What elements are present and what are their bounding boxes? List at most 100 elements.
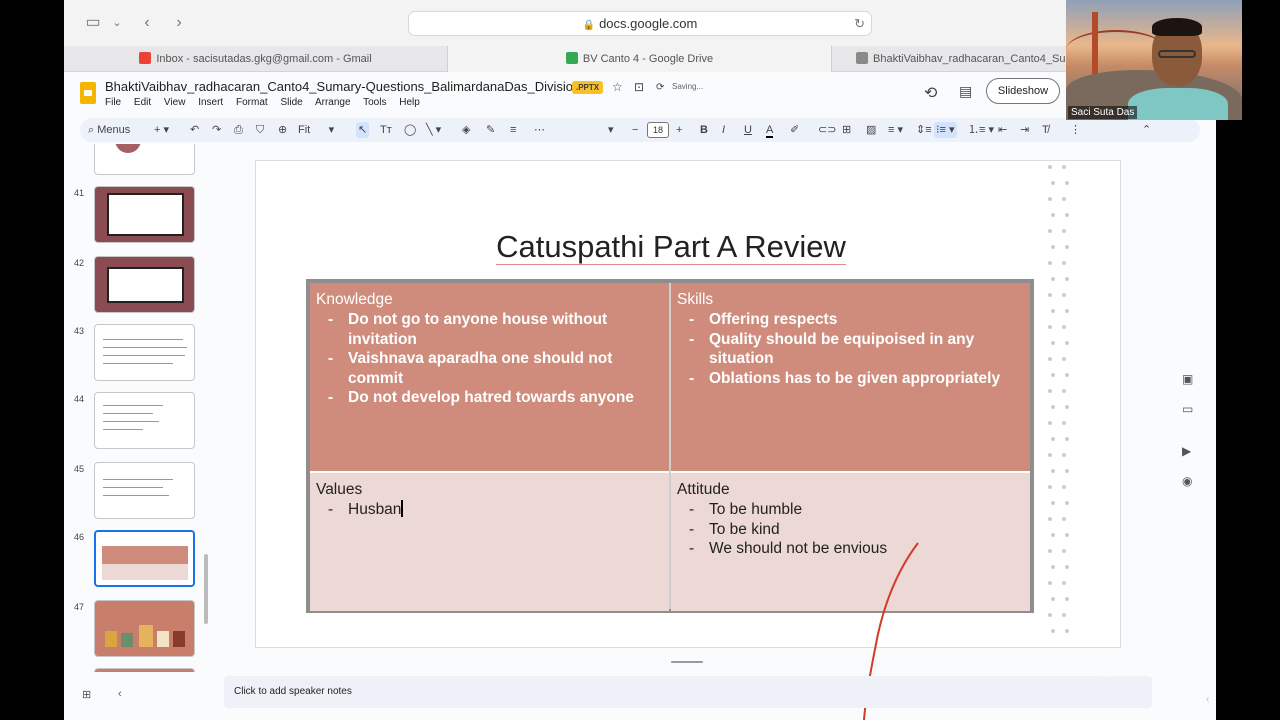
menu-slide[interactable]: Slide (280, 97, 302, 108)
border-dash-icon[interactable]: ⋯ (534, 122, 545, 138)
menu-help[interactable]: Help (399, 97, 420, 108)
comment-icon[interactable]: ▤ (959, 83, 972, 100)
slideshow-button[interactable]: Slideshow (986, 78, 1060, 104)
print-icon[interactable]: ⎙ (234, 122, 243, 138)
shape-icon[interactable]: ◯ (404, 122, 416, 138)
slide-thumbnail[interactable] (94, 324, 195, 381)
thumb-content (107, 193, 184, 236)
numbered-list-icon[interactable]: ⒈≡ ▾ (968, 122, 994, 138)
filmstrip-scrollbar[interactable] (204, 554, 208, 624)
slide-thumbnail[interactable] (94, 462, 195, 519)
comment-add-icon[interactable]: ⊞ (842, 122, 851, 138)
participant-shirt (1128, 88, 1228, 120)
slide-number: 44 (74, 394, 85, 404)
select-tool-icon[interactable]: ↖ (356, 122, 370, 138)
menu-file[interactable]: File (105, 97, 121, 108)
slide-thumbnail[interactable] (94, 668, 195, 672)
new-slide-button[interactable]: + ▾ (154, 122, 169, 138)
increase-font-icon[interactable]: + (676, 122, 682, 138)
link-icon[interactable]: ⊂⊃ (818, 122, 836, 138)
slide-number: 42 (74, 258, 85, 268)
more-icon[interactable]: ⋮ (1070, 122, 1081, 138)
star-icon[interactable]: ☆ (612, 80, 623, 94)
forward-icon[interactable]: › (168, 12, 190, 34)
zoom-select[interactable]: Fit ▾ (298, 122, 334, 138)
tab-label: Inbox - sacisutadas.gkg@gmail.com - Gmai… (156, 53, 372, 65)
folder-icon[interactable]: ▭ (1182, 402, 1193, 416)
history-icon[interactable]: ⟲ (924, 83, 937, 103)
bold-icon[interactable]: B (700, 122, 708, 138)
chevron-down-icon[interactable]: ⌄ (106, 12, 128, 34)
slide-number: 47 (74, 602, 85, 612)
highlight-icon[interactable]: ✐ (790, 122, 799, 138)
paint-format-icon[interactable]: ⛉ (256, 122, 264, 138)
align-icon[interactable]: ≡ ▾ (888, 122, 903, 138)
border-weight-icon[interactable]: ≡ (510, 122, 516, 138)
slide-thumbnail-selected[interactable] (94, 530, 195, 587)
font-select[interactable]: ▾ (608, 122, 614, 138)
tab-drive[interactable]: BV Canto 4 - Google Drive (448, 46, 832, 72)
increase-indent-icon[interactable]: ⇥ (1020, 122, 1029, 138)
slides-logo-icon[interactable] (80, 82, 96, 104)
slide-canvas: Catuspathi Part A Review Knowledge Do no… (212, 144, 1216, 720)
back-icon[interactable]: ‹ (136, 12, 158, 34)
fill-color-icon[interactable]: ◈ (462, 122, 470, 138)
slide-number: 41 (74, 188, 85, 198)
font-size-input[interactable]: 18 (647, 122, 669, 138)
text-box-icon[interactable]: Tт (380, 122, 392, 138)
thumb-image (157, 631, 169, 647)
clear-formatting-icon[interactable]: T̸ (1042, 122, 1049, 138)
image-icon[interactable]: ▨ (866, 122, 876, 138)
tab-label: BhaktiVaibhav_radhacaran_Canto4_Suma (873, 53, 1081, 65)
slide-thumbnail[interactable] (94, 186, 195, 243)
collapse-toolbar-icon[interactable]: ⌃ (1142, 122, 1151, 138)
save-status: Saving... (672, 82, 704, 91)
reload-icon[interactable]: ↻ (854, 12, 865, 35)
thumb-content (107, 267, 184, 303)
side-panel: ▣ ▭ ▶ ◉ (1172, 360, 1202, 500)
speaker-notes[interactable]: Click to add speaker notes (224, 676, 1152, 708)
italic-icon[interactable]: I (722, 122, 725, 138)
underline-icon[interactable]: U (744, 122, 752, 138)
zoom-icon[interactable]: ⊕ (278, 122, 287, 138)
bridge-cable (1066, 30, 1166, 70)
url-bar[interactable]: 🔒 docs.google.com ↻ (408, 11, 872, 36)
slide-thumbnail[interactable] (94, 392, 195, 449)
menu-insert[interactable]: Insert (198, 97, 223, 108)
text-color-icon[interactable]: A (766, 122, 774, 138)
menu-view[interactable]: View (164, 97, 186, 108)
collapse-filmstrip-icon[interactable]: ‹ (118, 688, 122, 700)
menu-format[interactable]: Format (236, 97, 268, 108)
participant-name: Saci Suta Das (1068, 106, 1138, 119)
participant-video[interactable]: Saci Suta Das (1066, 0, 1242, 120)
slide-thumbnail[interactable] (94, 256, 195, 313)
border-color-icon[interactable]: ✎ (486, 122, 495, 138)
search-menus[interactable]: ⌕ Menus (88, 122, 130, 138)
tab-gmail[interactable]: Inbox - sacisutadas.gkg@gmail.com - Gmai… (64, 46, 448, 72)
record-icon[interactable]: ◉ (1182, 474, 1192, 488)
keep-icon[interactable]: ▣ (1182, 372, 1193, 386)
sidebar-toggle-icon[interactable]: ▭ (82, 12, 104, 34)
line-icon[interactable]: ╲ ▾ (426, 122, 441, 138)
decrease-indent-icon[interactable]: ⇤ (998, 122, 1007, 138)
grid-view-icon[interactable]: ⊞ (82, 688, 91, 701)
document-title[interactable]: BhaktiVaibhav_radhacaran_Canto4_Sumary-Q… (105, 79, 596, 94)
bulleted-list-icon[interactable]: ⁝≡ ▾ (934, 122, 957, 138)
search-icon: ⌕ (88, 124, 95, 136)
notes-resize-handle[interactable] (671, 661, 703, 663)
menu-tools[interactable]: Tools (363, 97, 386, 108)
line-spacing-icon[interactable]: ⇕≡ (916, 122, 932, 138)
menu-edit[interactable]: Edit (134, 97, 151, 108)
video-icon[interactable]: ▶ (1182, 444, 1191, 458)
browser-toolbar: ▭ ⌄ ‹ › 🔒 docs.google.com ↻ (64, 0, 1216, 46)
undo-icon[interactable]: ↶ (190, 122, 199, 138)
move-folder-icon[interactable]: ⊡ (634, 80, 644, 94)
redo-icon[interactable]: ↷ (212, 122, 221, 138)
slide-thumbnail[interactable] (94, 144, 195, 175)
participant-hair (1152, 18, 1202, 36)
decrease-font-icon[interactable]: − (632, 122, 638, 138)
bridge-tower (1092, 12, 1098, 82)
scroll-left-icon[interactable]: ‹ (1206, 694, 1209, 705)
menu-arrange[interactable]: Arrange (315, 97, 351, 108)
slide-thumbnail[interactable] (94, 600, 195, 657)
